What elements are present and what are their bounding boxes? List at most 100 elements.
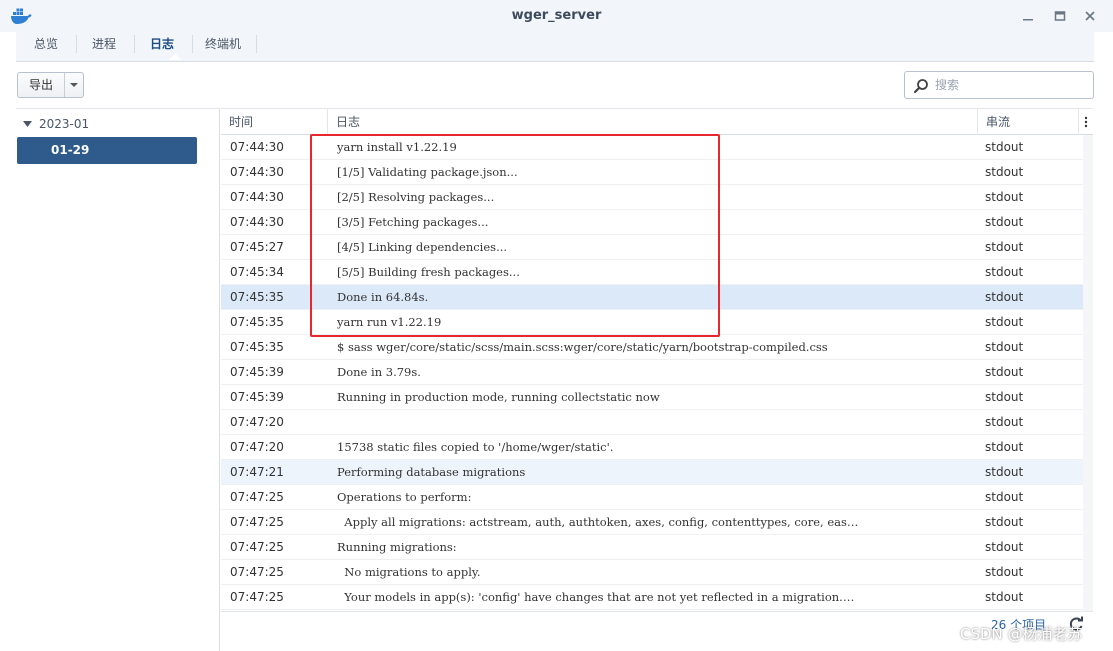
cell-time: 07:45:34 [230, 265, 284, 279]
table-row[interactable]: 07:47:25 Running migrations: stdout [221, 535, 1083, 560]
cell-log: [5/5] Building fresh packages... [337, 265, 520, 279]
tab-divider [76, 35, 77, 53]
cell-time: 07:44:30 [230, 215, 284, 229]
cell-log: Your models in app(s): 'config' have cha… [337, 590, 855, 604]
cell-log: yarn install v1.22.19 [337, 140, 457, 154]
export-label: 导出 [18, 73, 65, 97]
cell-log: [3/5] Fetching packages... [337, 215, 489, 229]
tab-overview[interactable]: 总览 [24, 35, 68, 59]
cell-stream: stdout [985, 215, 1024, 229]
log-grid: 时间 日志 串流 07:44:30 yarn install v1.22.19 st… [221, 108, 1093, 651]
column-header-time[interactable]: 时间 [221, 109, 327, 135]
search-box[interactable] [904, 71, 1094, 99]
cell-time: 07:45:39 [230, 365, 284, 379]
maximize-icon [1054, 11, 1066, 21]
table-row[interactable]: 07:47:25 Your models in app(s): 'config'… [221, 585, 1083, 610]
scrollbar-thumb[interactable] [1085, 137, 1091, 483]
cell-stream: stdout [985, 340, 1024, 354]
tab-divider [134, 35, 135, 53]
cell-time: 07:47:20 [230, 415, 284, 429]
search-input[interactable] [935, 76, 1085, 94]
title-bar: wger_server [0, 0, 1113, 32]
cell-log: Done in 64.84s. [337, 290, 429, 304]
table-row[interactable]: 07:45:35 $ sass wger/core/static/scss/mai… [221, 335, 1083, 360]
chevron-down-icon[interactable] [65, 73, 83, 97]
active-tab-indicator [169, 53, 181, 60]
table-row[interactable]: 07:45:35 yarn run v1.22.19 stdout [221, 310, 1083, 335]
vertical-scrollbar[interactable] [1083, 135, 1093, 611]
close-button[interactable] [1080, 6, 1100, 26]
table-row[interactable]: 07:44:30 [2/5] Resolving packages... stdou… [221, 185, 1083, 210]
cell-time: 07:45:35 [230, 340, 284, 354]
cell-log: Apply all migrations: actstream, auth, a… [337, 515, 859, 529]
tab-divider [256, 35, 257, 53]
column-menu-icon[interactable] [1079, 113, 1093, 131]
cell-stream: stdout [985, 515, 1024, 529]
table-row[interactable]: 07:47:25 Operations to perform: stdout [221, 485, 1083, 510]
table-row[interactable]: 07:45:27 [4/5] Linking dependencies... std… [221, 235, 1083, 260]
cell-stream: stdout [985, 365, 1024, 379]
cell-time: 07:47:25 [230, 540, 284, 554]
cell-log: [2/5] Resolving packages... [337, 190, 495, 204]
table-row[interactable]: 07:45:39 Done in 3.79s. stdout [221, 360, 1083, 385]
date-tree: 2023-01 01-29 [16, 108, 220, 651]
tab-processes[interactable]: 进程 [82, 35, 126, 59]
table-row[interactable]: 07:45:39 Running in production mode, runn… [221, 385, 1083, 410]
cell-log: [4/5] Linking dependencies... [337, 240, 508, 254]
cell-stream: stdout [985, 290, 1024, 304]
table-row[interactable]: 07:47:21 Performing database migrations st… [221, 460, 1083, 485]
cell-stream: stdout [985, 465, 1024, 479]
cell-stream: stdout [985, 390, 1024, 404]
table-row[interactable]: 07:45:35 Done in 64.84s. stdout [221, 285, 1083, 310]
table-row[interactable]: 07:45:34 [5/5] Building fresh packages...… [221, 260, 1083, 285]
table-row[interactable]: 07:47:25 No migrations to apply. stdout [221, 560, 1083, 585]
tree-group-label: 2023-01 [39, 117, 90, 131]
cell-time: 07:47:25 [230, 515, 284, 529]
watermark: CSDN @杨浦老苏 [960, 625, 1083, 643]
cell-time: 07:47:25 [230, 565, 284, 579]
cell-time: 07:45:39 [230, 390, 284, 404]
cell-stream: stdout [985, 165, 1024, 179]
cell-time: 07:44:30 [230, 190, 284, 204]
minimize-button[interactable] [1018, 6, 1038, 26]
cell-log: Done in 3.79s. [337, 365, 421, 379]
cell-stream: stdout [985, 565, 1024, 579]
tab-terminal[interactable]: 终端机 [198, 35, 248, 59]
cell-time: 07:44:30 [230, 165, 284, 179]
cell-time: 07:47:20 [230, 440, 284, 454]
cell-time: 07:45:27 [230, 240, 284, 254]
grid-header: 时间 日志 串流 [221, 108, 1093, 135]
minimize-icon [1023, 19, 1033, 21]
cell-log: 15738 static files copied to '/home/wger… [337, 440, 614, 454]
table-row[interactable]: 07:47:20 15738 static files copied to '/h… [221, 435, 1083, 460]
caret-down-icon[interactable] [20, 117, 34, 131]
cell-time: 07:45:35 [230, 290, 284, 304]
column-header-stream[interactable]: 串流 [978, 109, 1078, 135]
cell-stream: stdout [985, 540, 1024, 554]
table-row[interactable]: 07:44:30 [3/5] Fetching packages... stdout [221, 210, 1083, 235]
cell-stream: stdout [985, 415, 1024, 429]
cell-log: Performing database migrations [337, 465, 526, 479]
table-row[interactable]: 07:44:30 yarn install v1.22.19 stdout [221, 135, 1083, 160]
maximize-button[interactable] [1050, 6, 1070, 26]
tab-bar: 总览 进程 日志 终端机 [16, 32, 1094, 62]
tree-group-month[interactable]: 2023-01 [20, 115, 89, 133]
cell-log: Operations to perform: [337, 490, 472, 504]
cell-stream: stdout [985, 490, 1024, 504]
cell-time: 07:47:25 [230, 590, 284, 604]
cell-stream: stdout [985, 265, 1024, 279]
cell-log: yarn run v1.22.19 [337, 315, 442, 329]
column-header-log[interactable]: 日志 [328, 109, 976, 135]
cell-stream: stdout [985, 140, 1024, 154]
cell-log: Running migrations: [337, 540, 457, 554]
table-row[interactable]: 07:47:20 stdout [221, 410, 1083, 435]
cell-stream: stdout [985, 590, 1024, 604]
cell-stream: stdout [985, 315, 1024, 329]
table-row[interactable]: 07:44:30 [1/5] Validating package.json...… [221, 160, 1083, 185]
export-button[interactable]: 导出 [17, 72, 84, 98]
cell-time: 07:47:21 [230, 465, 284, 479]
table-row[interactable]: 07:47:25 Apply all migrations: actstream… [221, 510, 1083, 535]
tree-item-day[interactable]: 01-29 [17, 137, 197, 164]
cell-stream: stdout [985, 440, 1024, 454]
close-icon [1085, 11, 1095, 21]
